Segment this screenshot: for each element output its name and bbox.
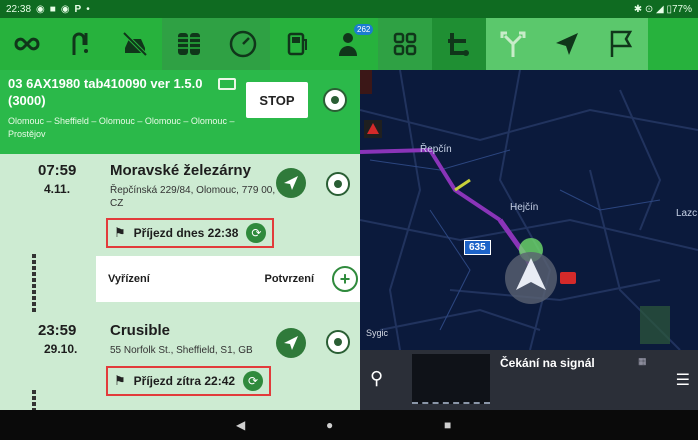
map-label: Hejčín — [510, 202, 539, 213]
mini-instruction-panel — [412, 354, 490, 404]
fuel-icon[interactable] — [270, 18, 324, 70]
driver-badge: 262 — [354, 24, 374, 35]
vehicle-toggle-button[interactable] — [323, 88, 347, 112]
stop-toggle-button[interactable] — [326, 330, 350, 354]
stop-button[interactable]: STOP — [246, 82, 308, 118]
dot-icon: • — [86, 3, 90, 15]
route-warning-icon[interactable] — [54, 18, 108, 70]
visibility-icon: ◉ — [36, 3, 45, 15]
no-driving-icon[interactable] — [108, 18, 162, 70]
confirm-row: Vyřízení Potvrzení + — [96, 256, 360, 302]
checkered-flag-icon: ⚑ — [114, 225, 126, 240]
stop-address: Řepčínská 229/84, Olomouc, 779 00, CZ — [110, 185, 276, 209]
timeline-line — [32, 254, 36, 320]
parking-icon: P — [74, 3, 82, 15]
refresh-icon[interactable]: ⟳ — [243, 371, 264, 391]
route-split-icon[interactable] — [486, 18, 540, 70]
stop-card-2[interactable]: 23:59 29.10. Crusible 55 Norfolk St., Sh… — [24, 314, 350, 410]
map-label: Lazc — [676, 208, 698, 219]
navigation-arrow-icon — [284, 176, 298, 190]
stop-time: 23:59 — [38, 322, 77, 339]
arrival-text: Příjezd dnes 22:38 — [133, 226, 239, 240]
infinity-icon[interactable] — [0, 18, 54, 70]
stop-name: Moravské železárny — [110, 162, 251, 179]
finish-flag-icon[interactable] — [594, 18, 648, 70]
speed-gauge-icon[interactable] — [216, 18, 270, 70]
visibility-icon: ◉ — [60, 3, 70, 15]
top-toolbar: 262 — [0, 18, 698, 70]
stop-date: 29.10. — [44, 342, 78, 356]
navigation-arrow-icon — [284, 336, 298, 350]
navigation-arrow-icon[interactable] — [540, 18, 594, 70]
back-icon[interactable]: ◀ — [236, 418, 245, 432]
add-button[interactable]: + — [332, 266, 358, 292]
tire-check-icon[interactable] — [162, 18, 216, 70]
driver-icon[interactable]: 262 — [324, 18, 378, 70]
status-bar: 22:38 ◉ ■ ◉ P • ✱ ⊙ ◢ ▯77% — [0, 0, 698, 18]
stop-name: Crusible — [110, 322, 171, 339]
battery-icon — [218, 78, 236, 90]
clock: 22:38 — [6, 3, 32, 15]
navigate-button[interactable] — [276, 328, 306, 358]
checkered-flag-icon: ⚑ — [114, 373, 126, 388]
grid-icon[interactable]: ▦ — [638, 356, 647, 367]
vehicle-header: 03 6AX1980 tab410090 ver 1.5.0 (3000) ST… — [0, 70, 360, 154]
map-label: Řepčín — [420, 144, 452, 155]
arrival-text: Příjezd zítra 22:42 — [133, 374, 236, 388]
navigation-map[interactable]: Řepčín Hejčín Lazc 635 Sygic ⚲ Čekání na… — [360, 70, 698, 410]
stop-date: 4.11. — [44, 182, 71, 196]
confirmation-label[interactable]: Potvrzení — [264, 273, 314, 285]
add-location-icon[interactable]: ⚲ — [370, 368, 383, 389]
message-icon: ■ — [49, 3, 56, 15]
home-icon[interactable]: ● — [326, 418, 333, 432]
timeline-line — [32, 390, 36, 410]
stop-time: 07:59 — [38, 162, 77, 179]
sygic-logo: Sygic — [366, 328, 389, 338]
signal-status: Čekání na signál — [500, 356, 595, 370]
route-summary: Olomouc – Sheffield – Olomouc – Olomouc … — [8, 116, 235, 139]
recent-apps-icon[interactable]: ■ — [444, 418, 451, 432]
arrival-box[interactable]: ⚑ Příjezd dnes 22:38 ⟳ — [106, 218, 275, 248]
menu-icon[interactable]: ☰ — [676, 370, 690, 390]
vehicle-title: 03 6AX1980 tab410090 ver 1.5.0 (3000) — [8, 76, 203, 108]
navigate-button[interactable] — [276, 168, 306, 198]
stop-toggle-button[interactable] — [326, 172, 350, 196]
road-number-badge: 635 — [464, 240, 491, 255]
arrival-box[interactable]: ⚑ Příjezd zítra 22:42 ⟳ — [106, 366, 272, 396]
system-status: ✱ ⊙ ◢ ▯77% — [633, 3, 692, 15]
truck-axle-icon[interactable] — [432, 18, 486, 70]
stop-address: 55 Norfolk St., Sheffield, S1, GB — [110, 345, 253, 356]
handling-label[interactable]: Vyřízení — [108, 273, 150, 285]
signal-bar: ⚲ Čekání na signál ▦ ☰ — [360, 350, 698, 410]
android-nav-bar: ◀ ● ■ — [0, 410, 698, 440]
stop-card-1[interactable]: 07:59 4.11. Moravské železárny Řepčínská… — [24, 154, 350, 252]
refresh-icon[interactable]: ⟳ — [246, 223, 267, 243]
grid-apps-icon[interactable] — [378, 18, 432, 70]
trip-panel: 03 6AX1980 tab410090 ver 1.5.0 (3000) ST… — [0, 70, 360, 410]
